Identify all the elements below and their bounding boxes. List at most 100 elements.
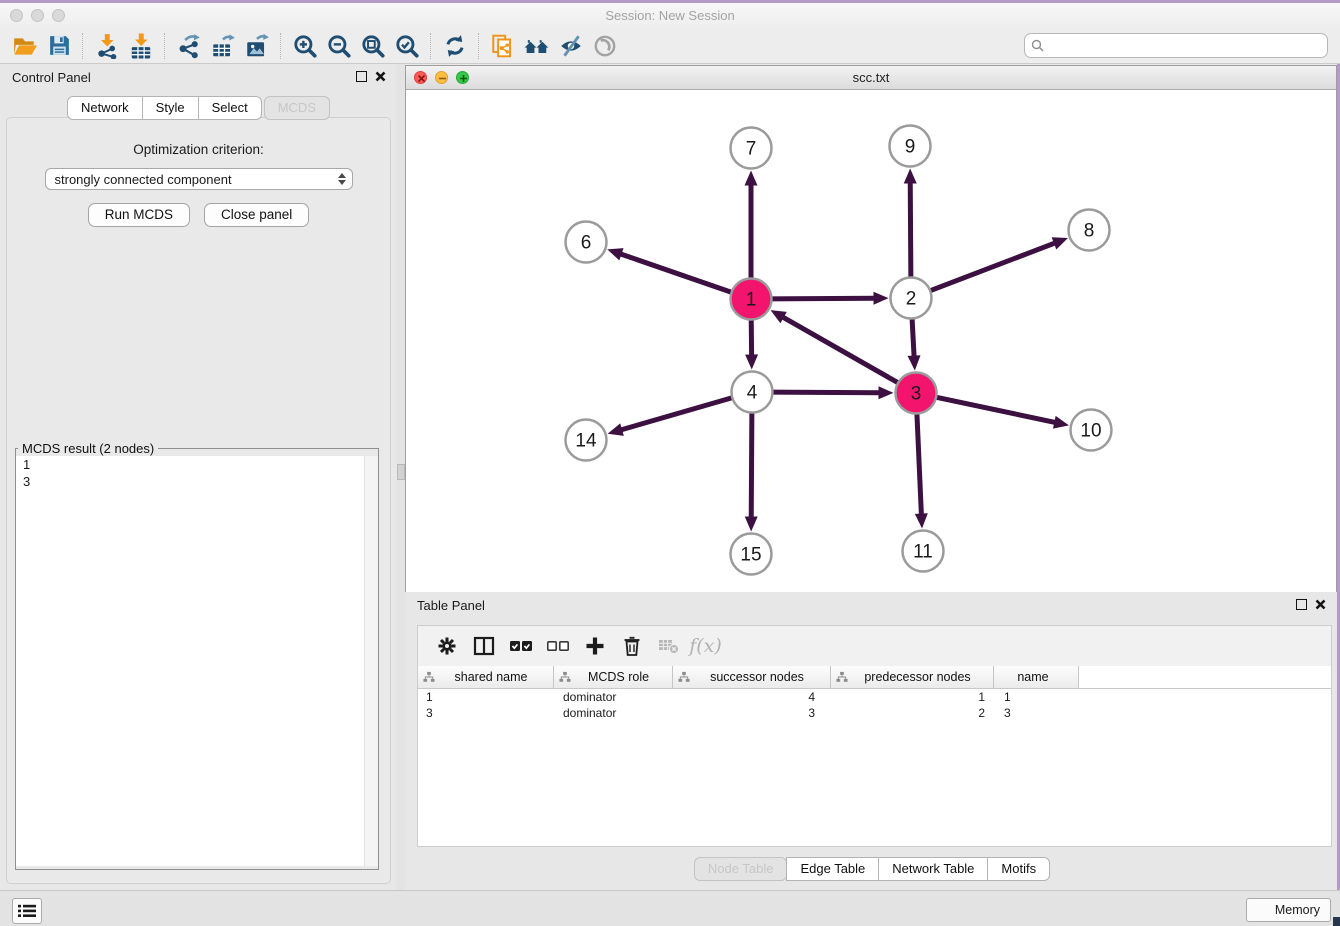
export-table-icon[interactable] <box>206 30 240 62</box>
main-toolbar <box>0 28 1340 64</box>
vertical-splitter[interactable] <box>397 64 405 890</box>
toggle-column-view-icon[interactable] <box>465 629 502 663</box>
show-graphics-details-icon[interactable] <box>588 30 622 62</box>
close-panel-button[interactable]: Close panel <box>204 203 309 227</box>
graph-edge[interactable] <box>917 411 922 515</box>
toolbar-separator <box>478 33 480 59</box>
mcds-result-line: 1 <box>16 456 378 473</box>
criterion-select[interactable]: strongly connected component <box>45 168 353 190</box>
graph-node-label: 2 <box>906 289 917 310</box>
tree-icon <box>678 671 690 683</box>
graph-node-label: 1 <box>746 290 757 311</box>
mcds-result-box: MCDS result (2 nodes) 1 3 <box>15 441 379 870</box>
cell-name[interactable]: 1 <box>994 690 1079 704</box>
column-header-shared-name[interactable]: shared name <box>418 666 554 688</box>
zoom-in-icon[interactable] <box>288 30 322 62</box>
close-panel-icon[interactable] <box>374 70 387 83</box>
toolbar-separator <box>82 33 84 59</box>
cell-successor-nodes[interactable]: 3 <box>673 706 831 720</box>
graph-edge-arrow-icon <box>745 516 758 531</box>
select-all-columns-icon[interactable] <box>502 629 539 663</box>
graph-edge-arrow-icon <box>1053 416 1069 429</box>
column-header-successor-nodes[interactable]: successor nodes <box>673 666 831 688</box>
mcds-pane: Optimization criterion: strongly connect… <box>6 117 391 884</box>
delete-table-icon[interactable] <box>650 629 687 663</box>
graph-edge[interactable] <box>782 317 900 384</box>
cell-mcds-role[interactable]: dominator <box>554 706 673 720</box>
graph-node-label: 8 <box>1084 221 1095 242</box>
table-row[interactable]: 1 dominator 4 1 1 <box>418 689 1331 705</box>
graph-edge[interactable] <box>928 243 1056 292</box>
network-canvas[interactable]: 1234678910111415 <box>406 90 1336 592</box>
tab-network[interactable]: Network <box>67 96 143 120</box>
graph-edge[interactable] <box>912 316 914 357</box>
network-graph[interactable]: 1234678910111415 <box>406 90 1335 591</box>
graph-edge[interactable] <box>910 181 911 279</box>
criterion-selected-value: strongly connected component <box>55 172 338 187</box>
zoom-fit-icon[interactable] <box>356 30 390 62</box>
tab-style[interactable]: Style <box>142 96 199 120</box>
cell-predecessor-nodes[interactable]: 2 <box>831 706 994 720</box>
tab-motifs[interactable]: Motifs <box>987 857 1050 881</box>
task-history-button[interactable] <box>12 898 42 924</box>
import-network-icon[interactable] <box>90 30 124 62</box>
create-column-icon[interactable] <box>576 629 613 663</box>
zoom-out-icon[interactable] <box>322 30 356 62</box>
select-stepper-icon <box>338 173 346 185</box>
result-scrollbar[interactable] <box>364 456 378 866</box>
tab-mcds[interactable]: MCDS <box>264 96 330 120</box>
memory-button[interactable]: Memory <box>1246 898 1331 922</box>
control-panel-tabs: Network Style Select MCDS <box>0 96 397 120</box>
list-icon <box>18 904 36 918</box>
function-builder-icon[interactable]: f(x) <box>687 629 724 663</box>
cell-predecessor-nodes[interactable]: 1 <box>831 690 994 704</box>
network-window-titlebar[interactable]: scc.txt <box>406 66 1336 90</box>
open-session-icon[interactable] <box>8 30 42 62</box>
search-input[interactable] <box>1045 36 1321 55</box>
memory-status-icon <box>1257 904 1269 916</box>
cell-mcds-role[interactable]: dominator <box>554 690 673 704</box>
import-table-icon[interactable] <box>124 30 158 62</box>
export-image-icon[interactable] <box>240 30 274 62</box>
refresh-network-icon[interactable] <box>438 30 472 62</box>
graph-edge[interactable] <box>751 410 752 518</box>
splitter-handle[interactable] <box>397 464 405 480</box>
graph-edge[interactable] <box>620 254 734 293</box>
float-panel-icon[interactable] <box>356 71 367 82</box>
search-box[interactable] <box>1024 33 1328 58</box>
tab-select[interactable]: Select <box>198 96 262 120</box>
mcds-result-area[interactable]: 1 3 <box>16 456 378 866</box>
graph-edge[interactable] <box>770 392 880 393</box>
column-header-mcds-role[interactable]: MCDS role <box>554 666 673 688</box>
tab-edge-table[interactable]: Edge Table <box>786 857 879 881</box>
graph-node-label: 9 <box>905 137 916 158</box>
node-table-box: f(x) shared name MCDS role successor nod… <box>417 625 1332 847</box>
float-panel-icon[interactable] <box>1296 599 1307 610</box>
export-network-icon[interactable] <box>172 30 206 62</box>
show-all-networks-icon[interactable] <box>520 30 554 62</box>
table-toolbar: f(x) <box>418 626 1331 666</box>
column-header-name[interactable]: name <box>994 666 1079 688</box>
table-row[interactable]: 3 dominator 3 2 3 <box>418 705 1331 721</box>
zoom-selected-icon[interactable] <box>390 30 424 62</box>
graph-edge[interactable] <box>620 397 734 430</box>
deselect-all-columns-icon[interactable] <box>539 629 576 663</box>
cell-shared-name[interactable]: 1 <box>418 690 554 704</box>
delete-columns-icon[interactable] <box>613 629 650 663</box>
cell-name[interactable]: 3 <box>994 706 1079 720</box>
tab-node-table[interactable]: Node Table <box>694 857 788 881</box>
hide-graphics-details-icon[interactable] <box>554 30 588 62</box>
run-mcds-button[interactable]: Run MCDS <box>88 203 190 227</box>
close-panel-icon[interactable] <box>1314 598 1327 611</box>
graph-edge[interactable] <box>934 397 1056 423</box>
cell-successor-nodes[interactable]: 4 <box>673 690 831 704</box>
control-panel: Control Panel Network Style Select MCDS … <box>0 64 397 890</box>
graph-edge[interactable] <box>769 298 875 299</box>
table-settings-icon[interactable] <box>428 629 465 663</box>
cell-shared-name[interactable]: 3 <box>418 706 554 720</box>
graph-edge-arrow-icon <box>608 423 624 435</box>
save-session-icon[interactable] <box>42 30 76 62</box>
tab-network-table[interactable]: Network Table <box>878 857 988 881</box>
new-network-from-selection-icon[interactable] <box>486 30 520 62</box>
column-header-predecessor-nodes[interactable]: predecessor nodes <box>831 666 994 688</box>
